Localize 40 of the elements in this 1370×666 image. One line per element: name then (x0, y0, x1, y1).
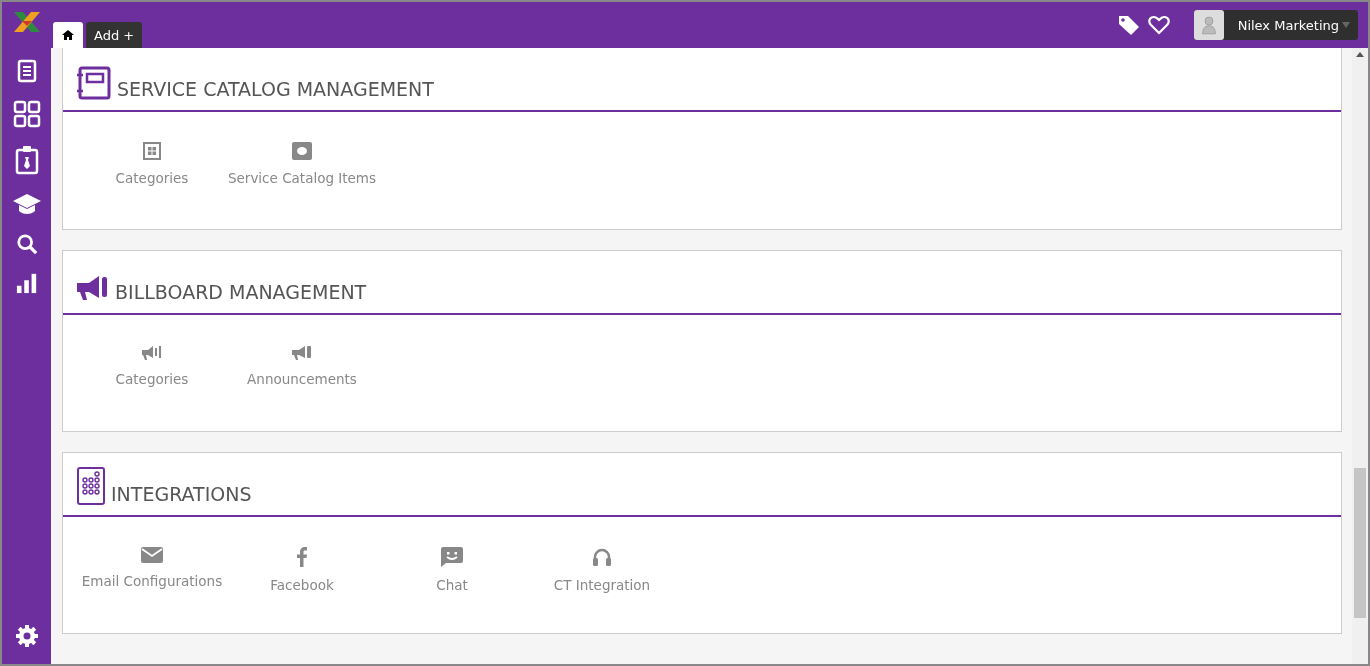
section-title: BILLBOARD MANAGEMENT (115, 281, 367, 303)
notebook-icon (77, 66, 111, 100)
section-link[interactable]: Facebook (227, 547, 377, 593)
section-title: INTEGRATIONS (111, 483, 252, 505)
section-link[interactable]: CT Integration (527, 547, 677, 593)
section-link[interactable]: Service Catalog Items (227, 142, 377, 186)
scroll-thumb[interactable] (1354, 468, 1366, 618)
settings-icon[interactable] (14, 624, 39, 648)
logo-icon (13, 12, 40, 32)
section-link[interactable]: Email Configurations (77, 547, 227, 593)
scroll-up-arrow-icon[interactable] (1356, 52, 1364, 57)
megaphone-icon (77, 275, 109, 303)
grid-icon (143, 142, 161, 160)
section-title: SERVICE CATALOG MANAGEMENT (117, 78, 434, 100)
home-icon (62, 29, 74, 41)
megaphone-icon (292, 345, 312, 361)
section-link[interactable]: Chat (377, 547, 527, 593)
chat-icon (441, 547, 463, 567)
bar-chart-icon[interactable] (15, 272, 38, 294)
keypad-icon (77, 467, 105, 505)
home-tab[interactable] (53, 22, 83, 48)
apps-icon[interactable] (12, 100, 41, 128)
speech-bubble-icon (292, 142, 312, 160)
heart-icon[interactable] (1147, 15, 1170, 35)
scrollbar[interactable] (1352, 48, 1368, 664)
graduation-cap-icon[interactable] (12, 192, 41, 216)
avatar-icon (1193, 10, 1224, 40)
facebook-icon (297, 547, 307, 567)
megaphone-icon (142, 345, 162, 361)
add-tab[interactable]: Add + (86, 22, 143, 48)
search-icon[interactable] (15, 233, 38, 255)
section-link[interactable]: Categories (77, 345, 227, 387)
headphones-icon (592, 547, 612, 567)
section-link[interactable]: Announcements (227, 345, 377, 387)
tag-icon[interactable] (1117, 15, 1140, 35)
section-link[interactable]: Categories (77, 142, 227, 186)
user-menu-button[interactable]: Nilex Marketing (1193, 10, 1358, 40)
caret-icon (1342, 22, 1350, 28)
clipboard-icon[interactable] (14, 145, 39, 175)
mail-icon (141, 547, 163, 563)
